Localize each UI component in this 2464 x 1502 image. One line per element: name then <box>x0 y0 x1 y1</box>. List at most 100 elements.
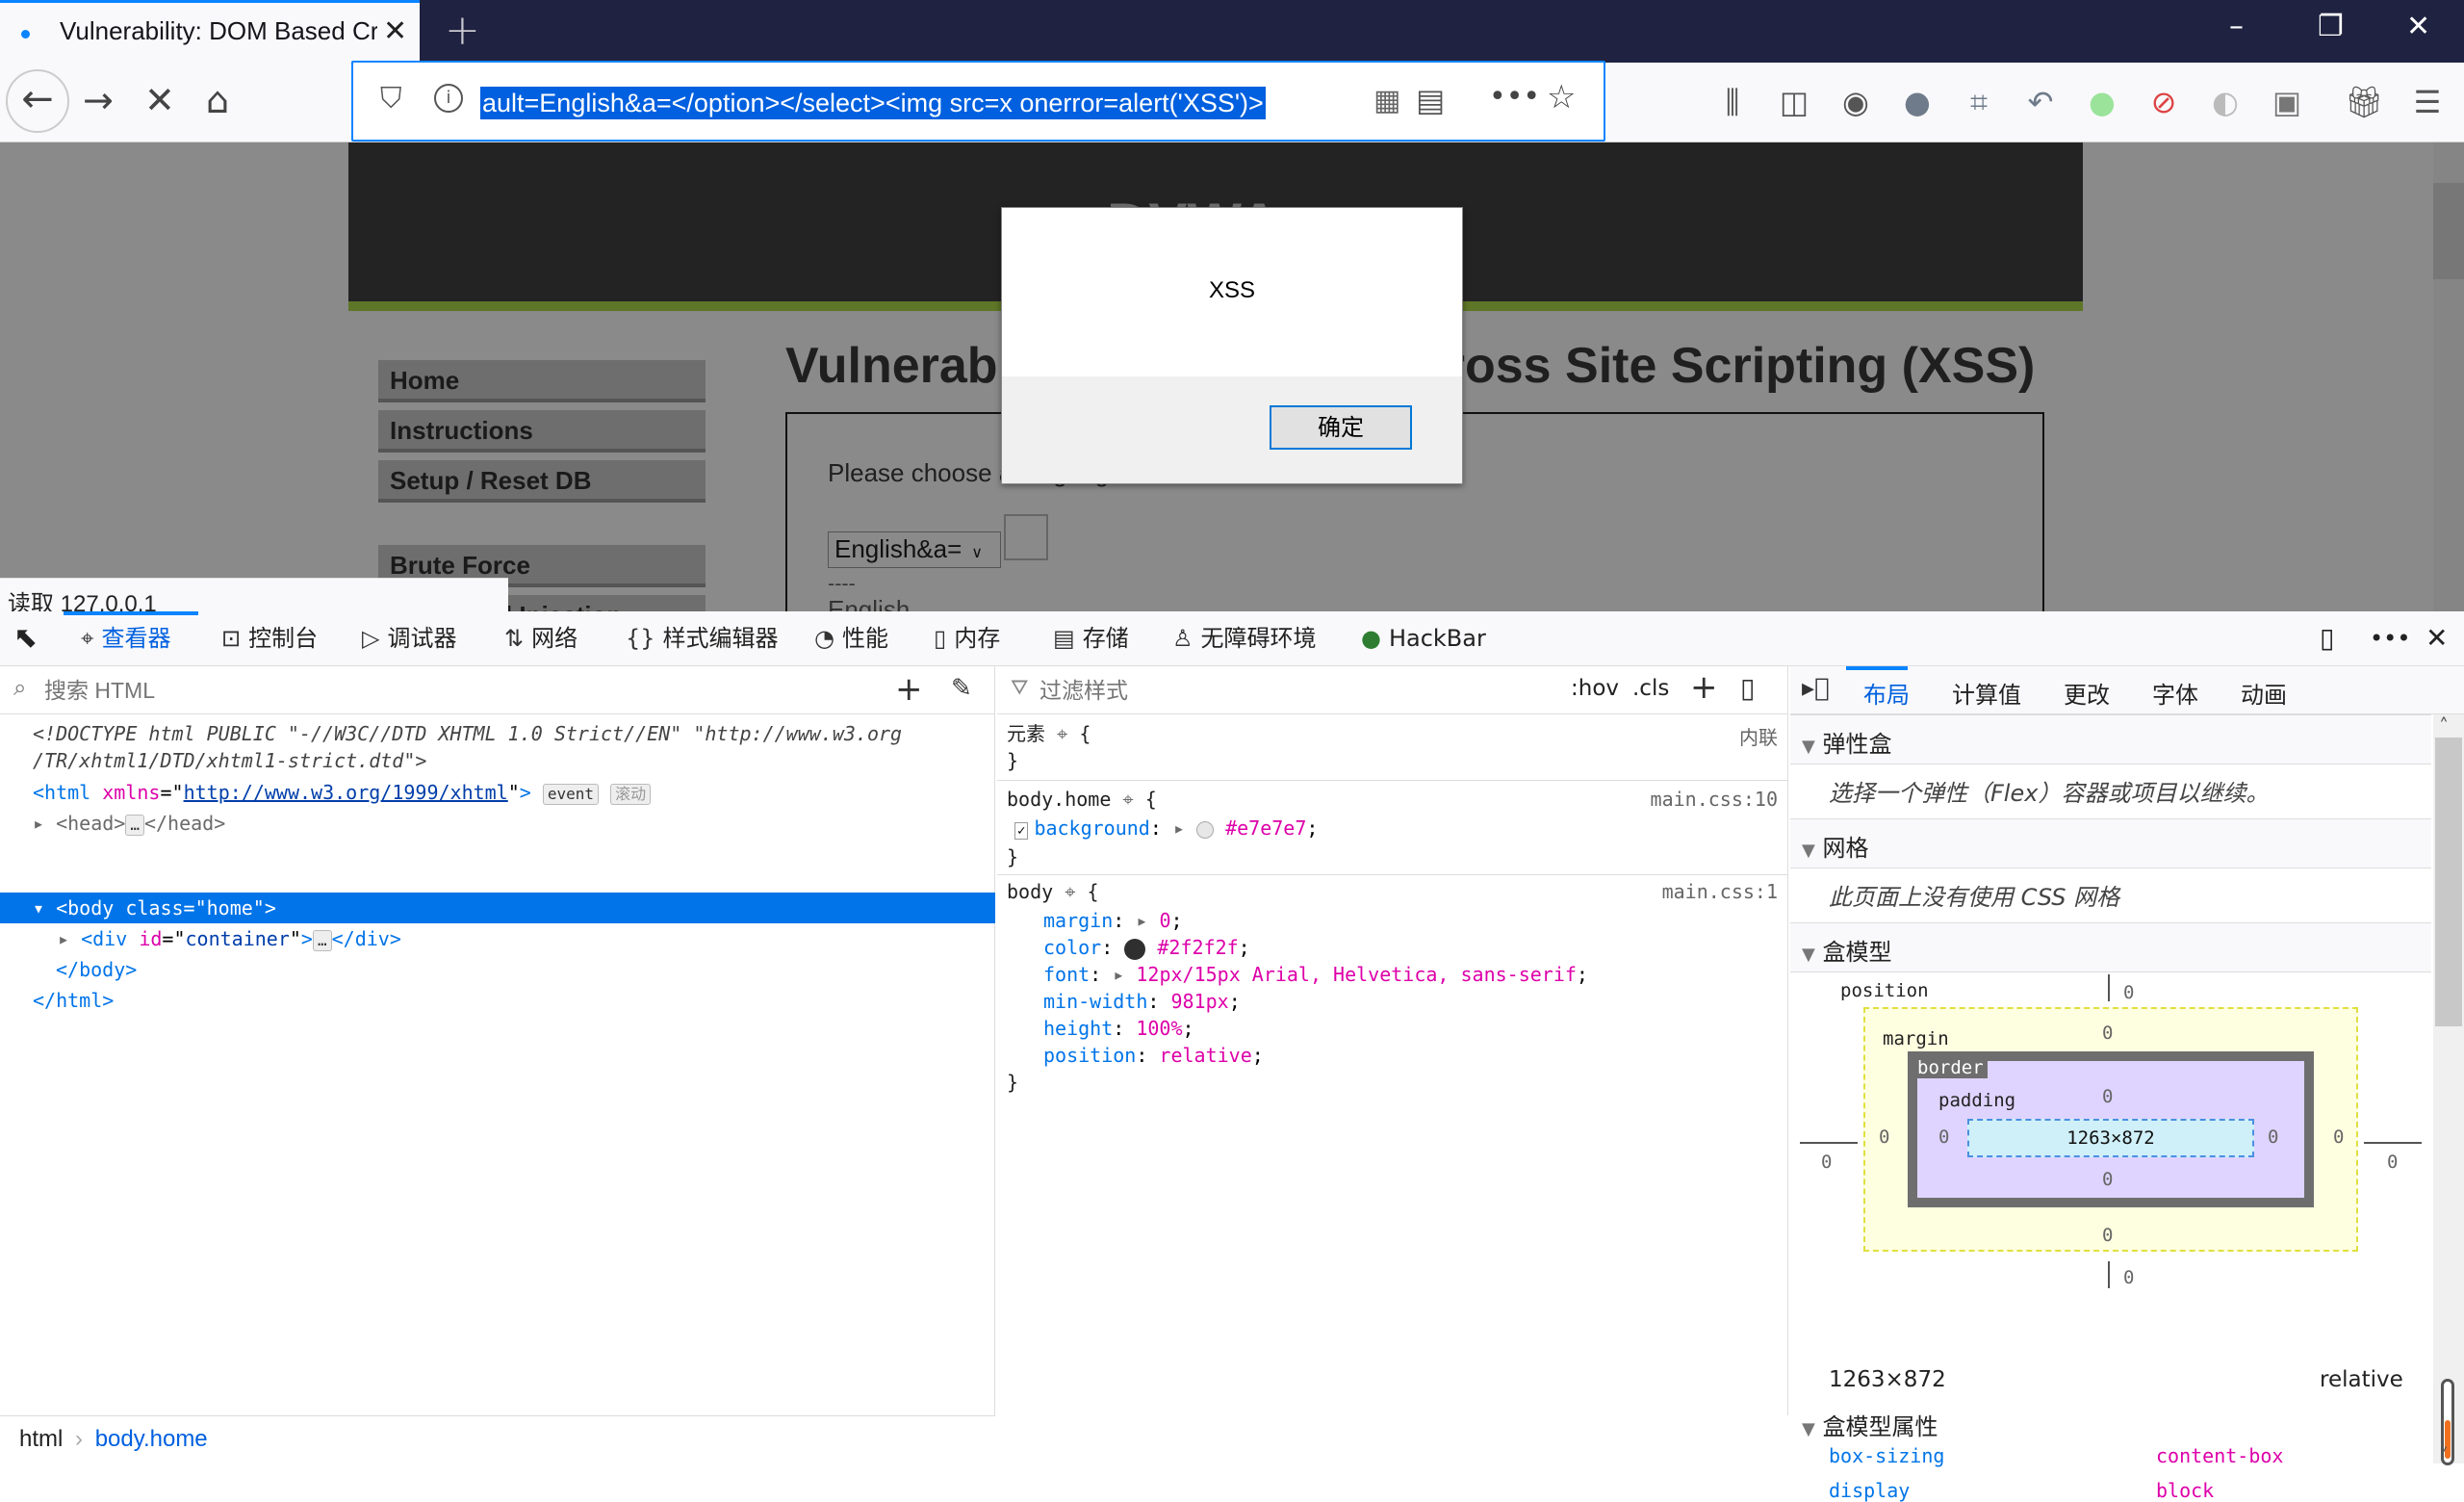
tab-style-editor[interactable]: {} 样式编辑器 <box>626 621 779 656</box>
margin-bottom-value[interactable]: 0 <box>2102 1225 2113 1246</box>
rule-body-selector[interactable]: body ⌖ { <box>1007 876 1099 907</box>
html-close[interactable]: </html> <box>33 985 114 1016</box>
add-node-icon[interactable]: + <box>895 670 923 709</box>
back-button[interactable]: ← <box>6 69 69 133</box>
sidebar-icon[interactable]: ◫ <box>1773 83 1815 121</box>
position-left-value[interactable]: 0 <box>1821 1152 1832 1173</box>
box-props-header[interactable]: ▼ 盒模型属性 <box>1802 1408 1938 1441</box>
tab-changes[interactable]: 更改 <box>2064 676 2110 710</box>
breadcrumb-body-home[interactable]: body.home <box>95 1426 208 1452</box>
element-rule[interactable]: 元素 ⌖ { <box>1007 718 1091 749</box>
menu-item-instructions[interactable]: Instructions <box>378 410 706 453</box>
declaration-checkbox[interactable]: ✓ <box>1014 822 1029 840</box>
position-right-value[interactable]: 0 <box>2387 1152 2398 1173</box>
padding-left-value[interactable]: 0 <box>1938 1126 1949 1148</box>
toggle-pane-icon[interactable]: ▸⃞ <box>1802 674 1830 703</box>
tab-debugger[interactable]: ▷ 调试器 <box>362 621 456 656</box>
shield-icon[interactable]: ⛉ <box>380 82 402 116</box>
rule-body-home-selector[interactable]: body.home ⌖ { <box>1007 784 1157 815</box>
responsive-design-icon[interactable]: ▯ <box>2320 621 2334 656</box>
position-top-value[interactable]: 0 <box>2123 982 2134 1003</box>
devtools-close-icon[interactable]: ✕ <box>2426 621 2448 656</box>
padding-top-value[interactable]: 0 <box>2102 1086 2113 1107</box>
margin-top-value[interactable]: 0 <box>2102 1023 2113 1044</box>
reader-view-icon[interactable]: ▤ <box>1416 82 1445 118</box>
body-close[interactable]: </body> <box>56 954 137 985</box>
page-scrollbar-thumb[interactable] <box>2433 183 2464 279</box>
html-node[interactable]: <html xmlns="http://www.w3.org/1999/xhtm… <box>33 777 652 808</box>
hov-toggle[interactable]: :hov <box>1571 676 1619 701</box>
print-media-icon[interactable]: ▯ <box>1740 672 1755 704</box>
tab-storage[interactable]: ▤ 存储 <box>1053 621 1129 656</box>
blocked-icon[interactable]: ⊘ <box>2143 83 2185 121</box>
tab-close-icon[interactable]: ✕ <box>383 14 407 48</box>
content-box-size[interactable]: 1263×872 <box>1967 1119 2254 1157</box>
declaration[interactable]: position: relative; <box>1043 1040 1264 1071</box>
flexbox-section-header[interactable]: ▼ 弹性盒 <box>1790 714 2431 764</box>
tab-animations[interactable]: 动画 <box>2241 676 2287 710</box>
menu-item-setup[interactable]: Setup / Reset DB <box>378 460 706 503</box>
tab-console[interactable]: ⊡ 控制台 <box>221 621 318 656</box>
event-badge[interactable]: event <box>542 783 600 805</box>
scroll-up-icon[interactable]: ˄ <box>2439 714 2449 738</box>
breadcrumb-html[interactable]: html <box>19 1426 63 1452</box>
menu-icon[interactable]: ☰ <box>2406 83 2449 121</box>
close-window-button[interactable]: ✕ <box>2406 10 2430 43</box>
stop-button[interactable]: ✕ <box>144 81 175 119</box>
head-node[interactable]: ▸ <head>… </head> <box>33 808 225 839</box>
collapsed-ellipsis[interactable]: … <box>312 929 332 951</box>
tab-hackbar[interactable]: ● HackBar <box>1361 621 1486 656</box>
margin-right-value[interactable]: 0 <box>2333 1126 2344 1148</box>
restore-button[interactable]: ❐ <box>2318 10 2344 43</box>
body-node[interactable]: ▾ <body class="home"> <box>33 893 276 923</box>
color-swatch[interactable] <box>1196 820 1215 839</box>
tab-layout[interactable]: 布局 <box>1863 676 1910 710</box>
new-tab-button[interactable]: + <box>445 6 480 55</box>
sidebar-scrollbar[interactable]: ˄ ˅ <box>2433 714 2464 1467</box>
page-actions-icon[interactable]: ••• <box>1489 80 1540 114</box>
xmlns-link[interactable]: http://www.w3.org/1999/xhtml <box>184 781 508 804</box>
tab-network[interactable]: ⇅ 网络 <box>504 621 578 656</box>
url-bar[interactable]: ⛉ i ault=English&a=</option></select><im… <box>351 61 1605 142</box>
account-icon[interactable]: ◉ <box>1835 83 1877 121</box>
padding-right-value[interactable]: 0 <box>2268 1126 2278 1148</box>
doctype-line-2[interactable]: /TR/xhtml1/DTD/xhtml1-strict.dtd"> <box>33 745 426 776</box>
grid-section-header[interactable]: ▼ 网格 <box>1790 818 2431 868</box>
scroll-badge[interactable]: 滚动 <box>610 783 652 805</box>
padding-bottom-value[interactable]: 0 <box>2102 1169 2113 1190</box>
scroll-down-icon[interactable]: ˅ <box>2439 1444 2449 1467</box>
boxmodel-section-header[interactable]: ▼ 盒模型 <box>1790 922 2431 972</box>
color-swatch[interactable] <box>1124 938 1146 960</box>
crop-icon[interactable]: ⌗ <box>1958 83 2000 121</box>
minimize-button[interactable]: – <box>2229 10 2244 43</box>
rule2-source-link[interactable]: main.css:1 <box>1662 880 1778 903</box>
div-container-node[interactable]: ▸ <div id="container">… </div> <box>58 923 401 954</box>
eyedropper-icon[interactable]: ✎ <box>951 674 972 703</box>
home-button[interactable]: ⌂ <box>206 81 229 119</box>
undo-icon[interactable]: ↶ <box>2019 83 2062 121</box>
devtools-menu-icon[interactable]: ••• <box>2370 621 2410 656</box>
extension-icon[interactable]: ◐ <box>2204 83 2246 121</box>
add-rule-icon[interactable]: + <box>1690 668 1718 707</box>
rule1-source-link[interactable]: main.css:10 <box>1651 788 1778 811</box>
menu-item-home[interactable]: Home <box>378 360 706 402</box>
margin-left-value[interactable]: 0 <box>1879 1126 1889 1148</box>
tiles-icon[interactable]: ▣ <box>2266 83 2308 121</box>
url-text[interactable]: ault=English&a=</option></select><img sr… <box>480 87 1266 119</box>
tab-inspector[interactable]: ⌖ 查看器 <box>81 621 171 656</box>
tab-performance[interactable]: ◔ 性能 <box>814 621 888 656</box>
position-bottom-value[interactable]: 0 <box>2123 1267 2134 1288</box>
bookmark-star-icon[interactable]: ☆ <box>1547 78 1576 117</box>
chat-icon[interactable]: ● <box>1896 83 1938 121</box>
green-dot-icon[interactable]: ● <box>2081 83 2123 121</box>
tab-accessibility[interactable]: ♙ 无障碍环境 <box>1172 621 1317 656</box>
filter-styles-input[interactable] <box>1040 676 1540 705</box>
cls-toggle[interactable]: .cls <box>1632 676 1669 701</box>
tab-fonts[interactable]: 字体 <box>2152 676 2198 710</box>
gift-icon[interactable]: 🎁︎ <box>2343 83 2385 121</box>
info-icon[interactable]: i <box>434 84 463 113</box>
search-html-input[interactable] <box>44 676 862 705</box>
tab-memory[interactable]: ▯ 内存 <box>934 621 1000 656</box>
background-declaration[interactable]: ✓ background: ▸ #e7e7e7; <box>1014 813 1318 846</box>
qr-code-icon[interactable]: ▦ <box>1373 84 1400 117</box>
